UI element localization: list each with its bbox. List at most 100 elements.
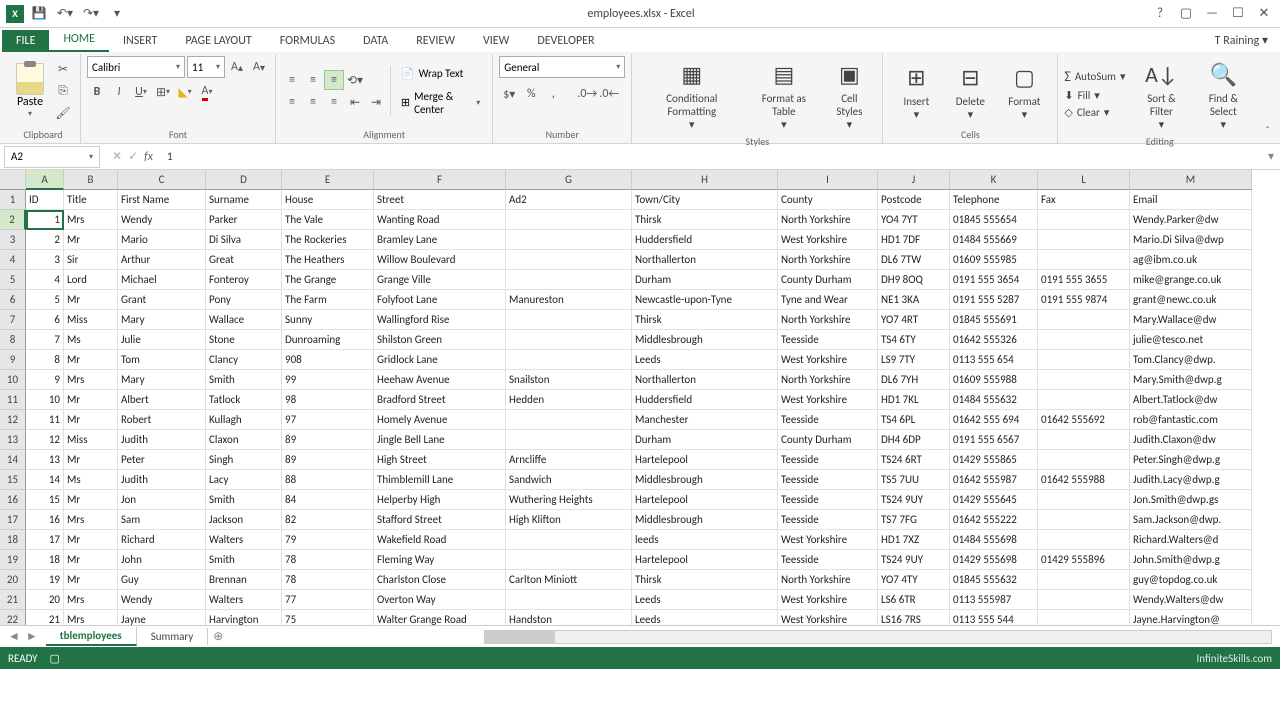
cell[interactable]: Mario (118, 230, 206, 250)
row-header-22[interactable]: 22 (0, 610, 26, 625)
borders-button[interactable]: ⊞▾ (153, 82, 173, 102)
comma-format-icon[interactable]: , (543, 84, 563, 104)
cell[interactable]: Hartelepool (632, 490, 778, 510)
cell[interactable] (1038, 530, 1130, 550)
cell[interactable]: Town/City (632, 190, 778, 210)
cell[interactable]: Manchester (632, 410, 778, 430)
cell[interactable]: 79 (282, 530, 374, 550)
cell[interactable]: North Yorkshire (778, 310, 878, 330)
cell[interactable]: Grange Ville (374, 270, 506, 290)
cell[interactable]: Albert.Tatlock@dw (1130, 390, 1252, 410)
spreadsheet-grid[interactable]: ABCDEFGHIJKLM 1IDTitleFirst NameSurnameH… (0, 170, 1280, 625)
cell[interactable]: Jayne.Harvington@ (1130, 610, 1252, 625)
cell[interactable]: 01642 555326 (950, 330, 1038, 350)
cell[interactable] (506, 430, 632, 450)
cell[interactable]: 9 (26, 370, 64, 390)
number-format-combo[interactable]: General▾ (499, 56, 625, 78)
cell[interactable]: Huddersfield (632, 390, 778, 410)
cell[interactable]: Hedden (506, 390, 632, 410)
cell[interactable]: Wendy.Walters@dw (1130, 590, 1252, 610)
cell[interactable]: Thirsk (632, 210, 778, 230)
cell[interactable]: Email (1130, 190, 1252, 210)
paste-button[interactable]: Paste ▾ (12, 61, 48, 121)
cell[interactable]: Sam.Jackson@dwp. (1130, 510, 1252, 530)
cell[interactable]: Tyne and Wear (778, 290, 878, 310)
cell[interactable]: 20 (26, 590, 64, 610)
cell[interactable]: 89 (282, 430, 374, 450)
clear-button[interactable]: ◇ Clear ▾ (1064, 106, 1125, 119)
col-header-K[interactable]: K (950, 170, 1038, 190)
format-as-table-button[interactable]: ▤Format as Table▾ (745, 56, 822, 133)
cell[interactable]: Jackson (206, 510, 282, 530)
cell[interactable]: YO7 4TY (878, 570, 950, 590)
cell[interactable]: Mrs (64, 510, 118, 530)
cell[interactable]: Dunroaming (282, 330, 374, 350)
align-top-icon[interactable]: ≡ (282, 70, 302, 90)
row-header-6[interactable]: 6 (0, 290, 26, 310)
col-header-C[interactable]: C (118, 170, 206, 190)
cell[interactable]: Thirsk (632, 570, 778, 590)
cell[interactable]: Teesside (778, 510, 878, 530)
cell[interactable]: West Yorkshire (778, 350, 878, 370)
cell[interactable]: NE1 3KA (878, 290, 950, 310)
font-size-combo[interactable]: 11▾ (187, 56, 225, 78)
cell[interactable] (506, 530, 632, 550)
cell[interactable]: 01484 555632 (950, 390, 1038, 410)
cell[interactable]: Thimblemill Lane (374, 470, 506, 490)
cell[interactable]: 01642 555222 (950, 510, 1038, 530)
row-header-1[interactable]: 1 (0, 190, 26, 210)
ribbon-options-icon[interactable]: ▢ (1174, 2, 1198, 26)
cell[interactable]: 78 (282, 550, 374, 570)
save-icon[interactable]: 💾 (28, 3, 50, 25)
cell[interactable]: 0113 555 654 (950, 350, 1038, 370)
col-header-M[interactable]: M (1130, 170, 1252, 190)
cell[interactable]: The Rockeries (282, 230, 374, 250)
cell[interactable]: Telephone (950, 190, 1038, 210)
cell[interactable] (1038, 430, 1130, 450)
delete-cells-button[interactable]: ⊟Delete▾ (943, 59, 997, 123)
cell[interactable]: Teesside (778, 550, 878, 570)
cell[interactable]: Jon (118, 490, 206, 510)
cell[interactable]: 13 (26, 450, 64, 470)
cell[interactable]: Jon.Smith@dwp.gs (1130, 490, 1252, 510)
cell[interactable]: Di Silva (206, 230, 282, 250)
cell[interactable]: 01429 555865 (950, 450, 1038, 470)
cell[interactable]: Teesside (778, 470, 878, 490)
cell[interactable]: 21 (26, 610, 64, 625)
cell[interactable]: Clancy (206, 350, 282, 370)
cell[interactable]: ag@ibm.co.uk (1130, 250, 1252, 270)
col-header-B[interactable]: B (64, 170, 118, 190)
cell[interactable]: Mr (64, 230, 118, 250)
cell[interactable] (506, 310, 632, 330)
cell[interactable]: Mrs (64, 610, 118, 625)
merge-center-button[interactable]: ⊞ Merge & Center ▾ (395, 88, 486, 118)
sheet-tab-tblemployees[interactable]: tblemployees (46, 627, 137, 646)
accounting-format-icon[interactable]: $▾ (499, 84, 519, 104)
format-cells-button[interactable]: ▢Format▾ (997, 59, 1051, 123)
cell[interactable]: 99 (282, 370, 374, 390)
col-header-G[interactable]: G (506, 170, 632, 190)
cell[interactable]: Durham (632, 430, 778, 450)
cell[interactable] (1038, 610, 1130, 625)
cell[interactable]: rob@fantastic.com (1130, 410, 1252, 430)
cell[interactable]: 0191 555 6567 (950, 430, 1038, 450)
cell[interactable] (506, 550, 632, 570)
row-header-16[interactable]: 16 (0, 490, 26, 510)
cell[interactable]: YO4 7YT (878, 210, 950, 230)
cell[interactable]: Postcode (878, 190, 950, 210)
cell[interactable]: North Yorkshire (778, 210, 878, 230)
percent-format-icon[interactable]: % (521, 84, 541, 104)
sheet-nav-next-icon[interactable]: ► (26, 629, 38, 644)
cell[interactable]: Walters (206, 530, 282, 550)
row-header-11[interactable]: 11 (0, 390, 26, 410)
cell[interactable]: Northallerton (632, 250, 778, 270)
cell[interactable] (1038, 510, 1130, 530)
autosum-button[interactable]: Σ AutoSum ▾ (1064, 68, 1125, 85)
font-color-button[interactable]: A▾ (197, 82, 217, 102)
cell[interactable]: Wakefield Road (374, 530, 506, 550)
cell[interactable]: Sir (64, 250, 118, 270)
cell[interactable]: 2 (26, 230, 64, 250)
cell[interactable]: Mrs (64, 590, 118, 610)
decrease-font-icon[interactable]: A▾ (249, 57, 269, 77)
cell[interactable]: County Durham (778, 270, 878, 290)
